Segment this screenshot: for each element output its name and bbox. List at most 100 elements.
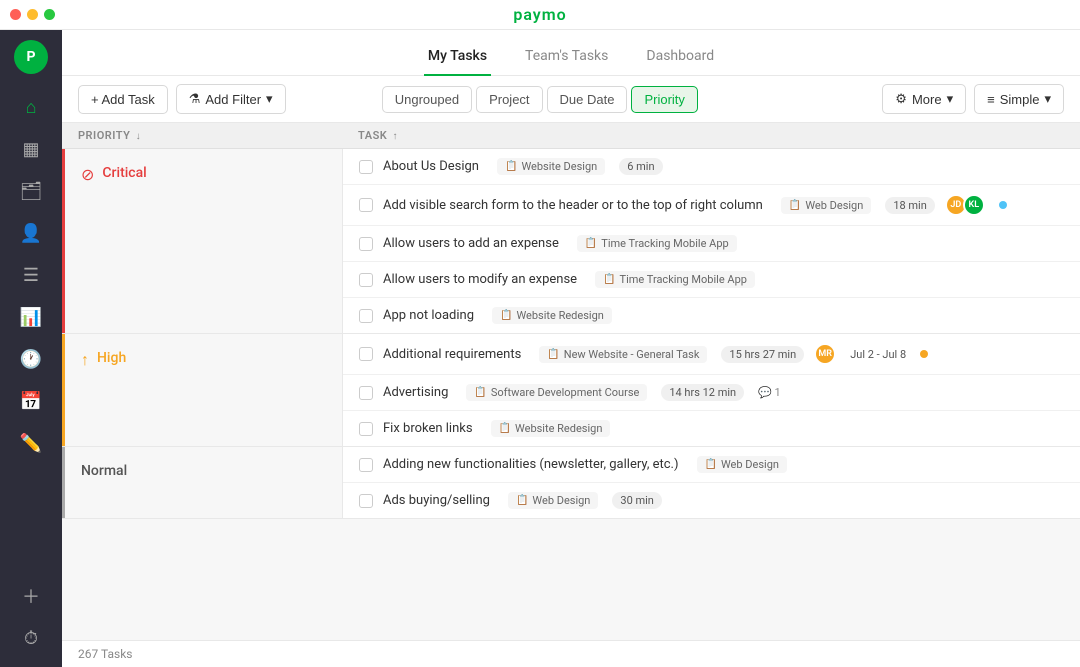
filter-icon: ⚗ (189, 91, 201, 107)
task-checkbox[interactable] (359, 160, 373, 174)
time-badge: 30 min (612, 492, 662, 509)
task-column-header[interactable]: TASK ↑ (358, 129, 1064, 142)
task-name: Add visible search form to the header or… (383, 198, 763, 213)
sidebar-icon-edit[interactable]: ✏️ (12, 424, 50, 462)
task-name: Allow users to modify an expense (383, 272, 577, 287)
sidebar-icon-timer[interactable]: ⏱ (12, 619, 50, 657)
task-name: Advertising (383, 385, 448, 400)
tab-dashboard[interactable]: Dashboard (642, 38, 718, 76)
sidebar-icon-bar-chart[interactable]: 📊 (12, 298, 50, 336)
sort-arrow-task: ↑ (393, 131, 399, 142)
task-tag: 📋 Web Design (697, 456, 787, 473)
chevron-down-icon: ▾ (266, 91, 273, 107)
task-tag: 📋 Web Design (508, 492, 598, 509)
close-dot[interactable] (10, 9, 21, 20)
task-tag: 📋 Time Tracking Mobile App (595, 271, 755, 288)
priority-label-high: ↑High (62, 334, 342, 446)
task-checkbox[interactable] (359, 458, 373, 472)
priority-name-normal: Normal (81, 463, 127, 479)
table-header: PRIORITY ↓ TASK ↑ (62, 123, 1080, 149)
nav-tabs: My Tasks Team's Tasks Dashboard (62, 30, 1080, 76)
filter-priority[interactable]: Priority (631, 86, 697, 113)
window-controls (10, 9, 55, 20)
task-checkbox[interactable] (359, 273, 373, 287)
chevron-down-icon: ▾ (947, 91, 954, 107)
task-name: Fix broken links (383, 421, 473, 436)
maximize-dot[interactable] (44, 9, 55, 20)
sidebar-icon-home[interactable]: ⌂ (12, 88, 50, 126)
task-tag: 📋 Website Redesign (492, 307, 612, 324)
priority-group-critical: ⊘Critical About Us Design 📋 Website Design… (62, 149, 1080, 334)
time-badge: 6 min (619, 158, 662, 175)
task-checkbox[interactable] (359, 494, 373, 508)
table-row: Add visible search form to the header or… (343, 185, 1080, 226)
sidebar-icon-folder[interactable]: 🗂 (12, 172, 50, 210)
task-checkbox[interactable] (359, 422, 373, 436)
add-filter-button[interactable]: ⚗ Add Filter ▾ (176, 84, 286, 114)
priority-group-high: ↑High Additional requirements 📋 New Websit… (62, 334, 1080, 447)
filter-due-date[interactable]: Due Date (547, 86, 628, 113)
priority-label-normal: Normal (62, 447, 342, 518)
table-row: Fix broken links 📋 Website Redesign (343, 411, 1080, 446)
sidebar-icon-list[interactable]: ☰ (12, 256, 50, 294)
sidebar-icon-add[interactable]: ＋ (12, 577, 50, 615)
task-tag: 📋 Website Redesign (491, 420, 611, 437)
priority-column-header[interactable]: PRIORITY ↓ (78, 129, 358, 142)
time-badge: 14 hrs 12 min (661, 384, 744, 401)
task-name: Ads buying/selling (383, 493, 490, 508)
filter-project[interactable]: Project (476, 86, 542, 113)
sidebar-icon-calendar[interactable]: 📅 (12, 382, 50, 420)
task-checkbox[interactable] (359, 309, 373, 323)
sidebar-icon-chart[interactable]: ▦ (12, 130, 50, 168)
task-name: Additional requirements (383, 347, 521, 362)
tasks-column-critical: About Us Design 📋 Website Design 6 min Add … (342, 149, 1080, 333)
table-row: App not loading 📋 Website Redesign (343, 298, 1080, 333)
comment-badge: 💬 1 (758, 386, 781, 399)
app-logo: paymo (513, 5, 566, 24)
list-icon: ≡ (987, 92, 995, 107)
table-row: Allow users to add an expense📋 Time Trac… (343, 226, 1080, 262)
tab-team-tasks[interactable]: Team's Tasks (521, 38, 612, 76)
task-checkbox[interactable] (359, 386, 373, 400)
status-dot (999, 201, 1007, 209)
time-badge: 15 hrs 27 min (721, 346, 804, 363)
gear-icon: ⚙ (895, 91, 907, 107)
simple-button[interactable]: ≡ Simple ▾ (974, 84, 1064, 114)
date-badge: Jul 2 - Jul 8 (850, 348, 906, 361)
avatar-group: JDKL (949, 194, 985, 216)
sidebar-icon-clock[interactable]: 🕐 (12, 340, 50, 378)
sidebar-icon-person[interactable]: 👤 (12, 214, 50, 252)
priority-group-normal: Normal Adding new functionalities (newsle… (62, 447, 1080, 519)
task-checkbox[interactable] (359, 347, 373, 361)
table-row: Additional requirements 📋 New Website - G… (343, 334, 1080, 375)
table-row: Adding new functionalities (newsletter, … (343, 447, 1080, 483)
footer-bar: 267 Tasks (62, 640, 1080, 667)
task-checkbox[interactable] (359, 198, 373, 212)
priority-label-critical: ⊘Critical (62, 149, 342, 333)
task-list: ⊘Critical About Us Design 📋 Website Design… (62, 149, 1080, 640)
priority-name-critical: Critical (102, 165, 146, 181)
filter-ungrouped[interactable]: Ungrouped (382, 86, 472, 113)
task-tag: 📋 Web Design (781, 197, 871, 214)
table-row: Allow users to modify an expense 📋 Time T… (343, 262, 1080, 298)
minimize-dot[interactable] (27, 9, 38, 20)
tasks-column-normal: Adding new functionalities (newsletter, … (342, 447, 1080, 518)
task-tag: 📋 New Website - General Task (539, 346, 707, 363)
tab-my-tasks[interactable]: My Tasks (424, 38, 491, 76)
table-row: About Us Design 📋 Website Design 6 min (343, 149, 1080, 185)
toolbar: + Add Task ⚗ Add Filter ▾ Ungrouped Proj… (62, 76, 1080, 123)
task-name: App not loading (383, 308, 474, 323)
avatar-group: MR (818, 343, 836, 365)
top-bar: paymo (0, 0, 1080, 30)
task-checkbox[interactable] (359, 237, 373, 251)
avatar[interactable]: P (14, 40, 48, 74)
task-name: About Us Design (383, 159, 479, 174)
main-content: My Tasks Team's Tasks Dashboard + Add Ta… (62, 30, 1080, 667)
filter-group: Ungrouped Project Due Date Priority (382, 86, 698, 113)
table-row: Ads buying/selling 📋 Web Design 30 min (343, 483, 1080, 518)
add-task-button[interactable]: + Add Task (78, 85, 168, 114)
time-badge: 18 min (885, 197, 935, 214)
chevron-down-icon: ▾ (1044, 91, 1051, 107)
more-button[interactable]: ⚙ More ▾ (882, 84, 966, 114)
task-tag: 📋 Website Design (497, 158, 605, 175)
